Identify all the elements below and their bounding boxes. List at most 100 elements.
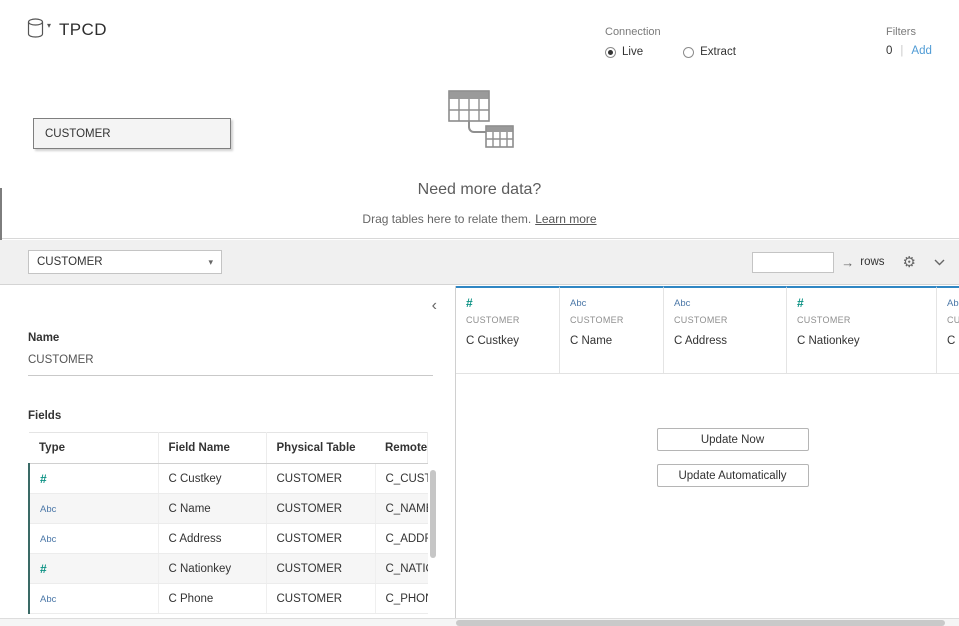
field-row[interactable]: Abc C Phone CUSTOMER C_PHONE xyxy=(29,584,428,614)
tables-relation-icon xyxy=(434,90,526,154)
physical-table-cell[interactable]: CUSTOMER xyxy=(266,524,375,554)
caret-down-icon: ▾ xyxy=(208,257,213,268)
remote-field-cell[interactable]: C_PHONE xyxy=(375,584,428,614)
table-toolbar: CUSTOMER ▾ → rows ⚙ xyxy=(0,240,959,285)
horizontal-scrollbar-thumb[interactable] xyxy=(456,620,945,626)
column-field-name: C Name xyxy=(570,335,653,347)
grid-column-header[interactable]: # CUSTOMER C Custkey xyxy=(456,286,560,373)
drag-tables-text: Drag tables here to relate them. xyxy=(362,212,531,226)
remote-field-cell[interactable]: C_NAME xyxy=(375,494,428,524)
field-row[interactable]: # C Nationkey CUSTOMER C_NATIONKEY xyxy=(29,554,428,584)
field-row[interactable]: Abc C Address CUSTOMER C_ADDRESS xyxy=(29,524,428,554)
column-table-label: CUSTOMER xyxy=(947,315,959,325)
datasource-icon[interactable]: ▾ xyxy=(27,18,51,39)
column-table-label: CUSTOMER xyxy=(466,315,549,325)
column-type-icon: # xyxy=(797,297,926,310)
learn-more-link[interactable]: Learn more xyxy=(535,212,596,226)
empty-state-hint: Drag tables here to relate them. Learn mo… xyxy=(0,212,959,226)
column-field-name: C Custkey xyxy=(466,335,549,347)
update-automatically-button[interactable]: Update Automatically xyxy=(657,464,809,487)
column-table-label: CUSTOMER xyxy=(570,315,653,325)
fields-column-header[interactable]: Physical Table xyxy=(266,433,375,464)
connection-radio-group: Live Extract xyxy=(605,46,736,58)
grid-column-header[interactable]: Abc CUSTOMER C Name xyxy=(560,286,664,373)
fields-scrollbar[interactable] xyxy=(430,470,436,558)
radio-label: Extract xyxy=(700,46,736,58)
field-name-cell[interactable]: C Custkey xyxy=(158,464,266,494)
fields-label: Fields xyxy=(28,410,61,422)
chevron-down-icon[interactable] xyxy=(934,259,945,266)
field-name-cell[interactable]: C Address xyxy=(158,524,266,554)
update-now-button[interactable]: Update Now xyxy=(657,428,809,451)
filters-count: 0 xyxy=(886,45,892,57)
name-label: Name xyxy=(28,332,59,344)
field-type-cell[interactable]: Abc xyxy=(29,584,158,614)
remote-field-cell[interactable]: C_NATIONKEY xyxy=(375,554,428,584)
remote-field-cell[interactable]: C_ADDRESS xyxy=(375,524,428,554)
page-title: TPCD xyxy=(59,20,107,40)
column-type-icon: # xyxy=(466,297,549,310)
gear-icon[interactable]: ⚙ xyxy=(903,255,916,270)
data-grid-panel: # CUSTOMER C Custkey Abc CUSTOMER C Name… xyxy=(456,286,959,618)
field-type-cell[interactable]: Abc xyxy=(29,494,158,524)
caret-down-icon: ▾ xyxy=(47,21,51,30)
physical-table-cell[interactable]: CUSTOMER xyxy=(266,584,375,614)
fields-column-header[interactable]: Type xyxy=(29,433,158,464)
filters-label: Filters xyxy=(886,26,932,38)
top-canvas-area: ▾ TPCD Connection Live Extract xyxy=(0,0,959,239)
field-type-cell[interactable]: # xyxy=(29,464,158,494)
add-filter-link[interactable]: Add xyxy=(911,45,931,57)
field-row[interactable]: # C Custkey CUSTOMER C_CUSTKEY xyxy=(29,464,428,494)
data-grid-header: # CUSTOMER C Custkey Abc CUSTOMER C Name… xyxy=(456,286,959,374)
connection-section: Connection Live Extract xyxy=(605,26,736,58)
column-type-icon: Abc xyxy=(570,297,653,310)
horizontal-scrollbar[interactable] xyxy=(0,618,959,626)
radio-label: Live xyxy=(622,46,643,58)
rows-count-input[interactable] xyxy=(752,252,834,273)
remote-field-cell[interactable]: C_CUSTKEY xyxy=(375,464,428,494)
arrow-right-icon: → xyxy=(841,255,854,270)
field-type-cell[interactable]: Abc xyxy=(29,524,158,554)
field-row[interactable]: Abc C Name CUSTOMER C_NAME xyxy=(29,494,428,524)
fields-table: TypeField NamePhysical TableRemote Field… xyxy=(28,432,428,614)
grid-column-header[interactable]: Abc CUSTOMER C Address xyxy=(664,286,787,373)
fields-table-header: TypeField NamePhysical TableRemote Field… xyxy=(29,433,428,464)
column-table-label: CUSTOMER xyxy=(674,315,776,325)
fields-column-header[interactable]: Field Name xyxy=(158,433,266,464)
field-type-icon: # xyxy=(40,562,47,576)
radio-icon xyxy=(683,47,694,58)
physical-table-cell[interactable]: CUSTOMER xyxy=(266,554,375,584)
table-selector-dropdown[interactable]: CUSTOMER ▾ xyxy=(28,250,222,274)
grid-column-header[interactable]: Abc CUSTOMER C Phone xyxy=(937,286,959,373)
field-type-icon: Abc xyxy=(40,504,56,515)
update-buttons: Update Now Update Automatically xyxy=(456,428,959,487)
table-selector-value: CUSTOMER xyxy=(37,256,103,268)
datasource-page: ▾ TPCD Connection Live Extract xyxy=(0,0,959,626)
physical-table-cell[interactable]: CUSTOMER xyxy=(266,464,375,494)
connection-radio[interactable]: Extract xyxy=(683,46,736,58)
fields-column-header[interactable]: Remote Field... xyxy=(375,433,428,464)
field-name-cell[interactable]: C Name xyxy=(158,494,266,524)
empty-state-title: Need more data? xyxy=(0,181,959,199)
column-field-name: C Address xyxy=(674,335,776,347)
field-type-icon: # xyxy=(40,472,47,486)
canvas-empty-state: Need more data? Drag tables here to rela… xyxy=(0,90,959,226)
filters-section: Filters 0 | Add xyxy=(886,26,932,57)
field-type-icon: Abc xyxy=(40,594,56,605)
rows-controls: → rows ⚙ xyxy=(752,252,945,273)
column-field-name: C Phone xyxy=(947,335,959,347)
physical-table-cell[interactable]: CUSTOMER xyxy=(266,494,375,524)
fields-table-body: # C Custkey CUSTOMER C_CUSTKEY Abc C Nam… xyxy=(29,464,428,614)
field-name-cell[interactable]: C Nationkey xyxy=(158,554,266,584)
grid-column-header[interactable]: # CUSTOMER C Nationkey xyxy=(787,286,937,373)
column-field-name: C Nationkey xyxy=(797,335,926,347)
table-name-value[interactable]: CUSTOMER xyxy=(28,354,433,376)
column-type-icon: Abc xyxy=(674,297,776,310)
collapse-panel-icon[interactable]: ‹ xyxy=(432,298,437,314)
database-icon xyxy=(27,18,44,39)
field-type-cell[interactable]: # xyxy=(29,554,158,584)
connection-radio[interactable]: Live xyxy=(605,46,643,58)
filters-divider: | xyxy=(900,45,903,57)
rows-label: rows xyxy=(860,256,884,268)
field-name-cell[interactable]: C Phone xyxy=(158,584,266,614)
